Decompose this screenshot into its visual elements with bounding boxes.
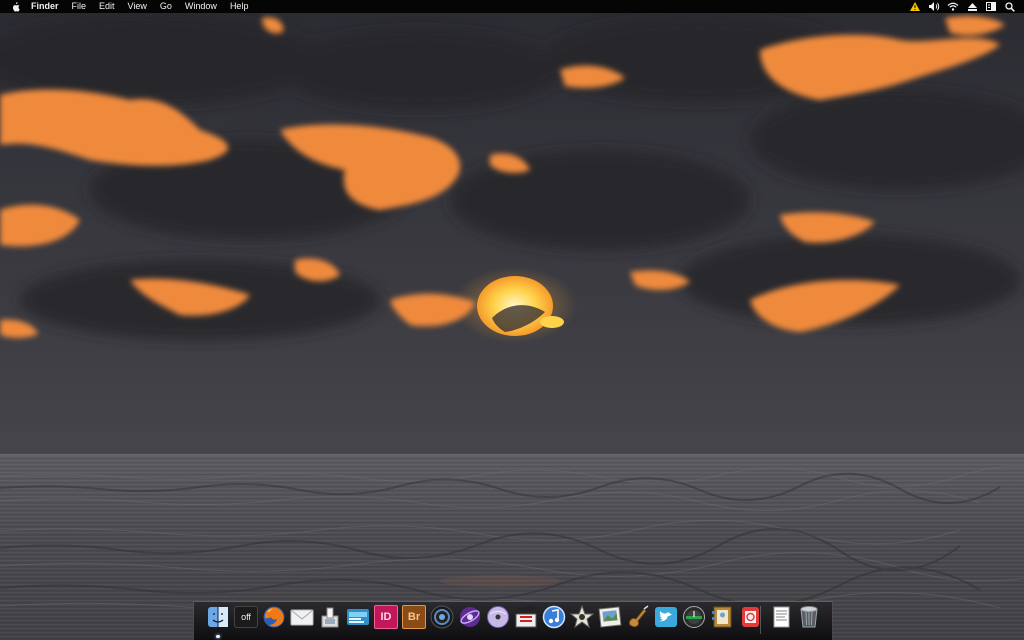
status-menus bbox=[902, 0, 1016, 13]
motion-icon[interactable] bbox=[458, 605, 482, 629]
address-book-icon[interactable] bbox=[710, 605, 734, 629]
menu-go[interactable]: Go bbox=[160, 0, 172, 13]
twitter-icon[interactable] bbox=[654, 605, 678, 629]
wifi-icon[interactable] bbox=[947, 0, 959, 13]
warning-icon[interactable] bbox=[909, 0, 921, 13]
itunes-icon[interactable] bbox=[542, 605, 566, 629]
finder-icon[interactable] bbox=[206, 605, 230, 629]
firefox-icon[interactable] bbox=[262, 605, 286, 629]
aperture-icon[interactable] bbox=[430, 605, 454, 629]
dock-separator bbox=[760, 606, 761, 634]
news-reader-icon[interactable] bbox=[738, 605, 762, 629]
bridge-label: Br bbox=[402, 605, 426, 629]
indesign-label: ID bbox=[374, 605, 398, 629]
menu-edit[interactable]: Edit bbox=[99, 0, 115, 13]
menu-window[interactable]: Window bbox=[185, 0, 217, 13]
desktop: Finder File Edit View Go Window Help off… bbox=[0, 0, 1024, 640]
wallpaper-clouds bbox=[0, 15, 1024, 340]
menu-finder[interactable]: Finder bbox=[31, 0, 59, 13]
menu-help[interactable]: Help bbox=[230, 0, 249, 13]
menu-items: Finder File Edit View Go Window Help bbox=[31, 0, 261, 13]
bridge-icon[interactable]: Br bbox=[402, 605, 426, 629]
menu-file[interactable]: File bbox=[72, 0, 87, 13]
trash-icon[interactable] bbox=[797, 605, 821, 629]
time-machine-icon[interactable] bbox=[682, 605, 706, 629]
dock: off ID Br bbox=[193, 601, 833, 640]
caffeine-off-icon[interactable]: off bbox=[234, 605, 258, 629]
volume-icon[interactable] bbox=[928, 0, 940, 13]
apple-icon[interactable] bbox=[11, 0, 21, 13]
menu-bar: Finder File Edit View Go Window Help bbox=[0, 0, 1024, 13]
spotlight-search-icon[interactable] bbox=[1004, 0, 1016, 13]
preview-icon[interactable] bbox=[318, 605, 342, 629]
iphoto-icon[interactable] bbox=[598, 605, 622, 629]
garageband-icon[interactable] bbox=[626, 605, 650, 629]
finder-running-indicator bbox=[216, 635, 220, 638]
final-cut-icon[interactable] bbox=[514, 605, 538, 629]
window-list-icon[interactable] bbox=[985, 0, 997, 13]
dreamweaver-icon[interactable] bbox=[346, 605, 370, 629]
dvd-studio-icon[interactable] bbox=[486, 605, 510, 629]
menu-view[interactable]: View bbox=[128, 0, 147, 13]
mail-icon[interactable] bbox=[290, 605, 314, 629]
indesign-icon[interactable]: ID bbox=[374, 605, 398, 629]
eject-icon[interactable] bbox=[966, 0, 978, 13]
imovie-icon[interactable] bbox=[570, 605, 594, 629]
caffeine-off-label: off bbox=[234, 606, 258, 628]
documents-stack-icon[interactable] bbox=[769, 605, 793, 629]
